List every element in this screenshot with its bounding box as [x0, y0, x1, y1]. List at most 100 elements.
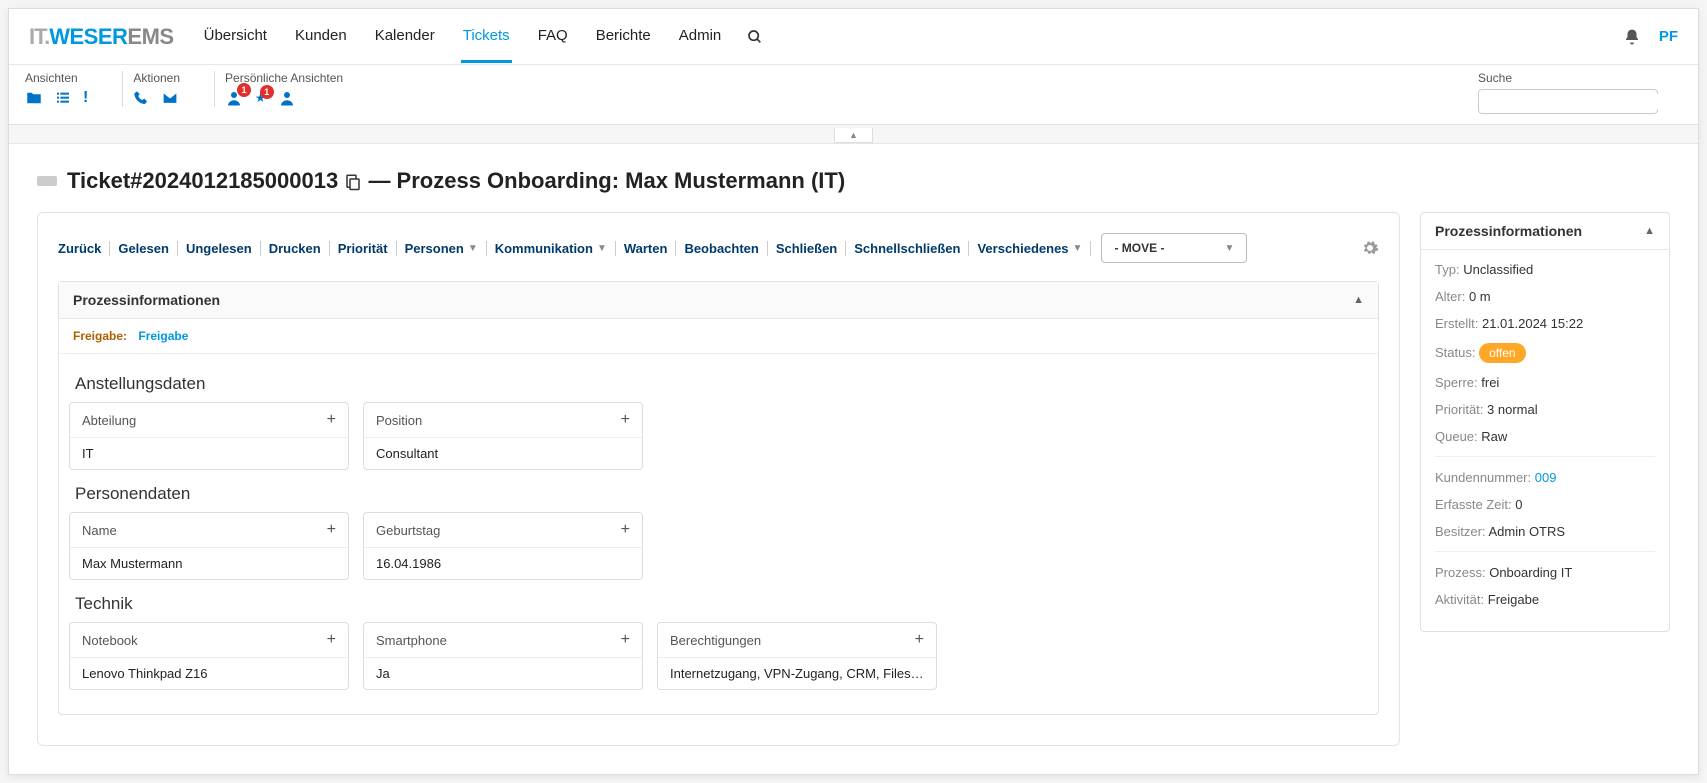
action-bar: Zurück Gelesen Ungelesen Drucken Priorit…: [58, 233, 1379, 263]
nav-customers[interactable]: Kunden: [293, 11, 349, 63]
freigabe-link[interactable]: Freigabe: [138, 329, 188, 343]
copy-icon[interactable]: [344, 168, 368, 193]
action-misc[interactable]: Verschiedenes▼: [969, 241, 1091, 256]
logo[interactable]: IT. WESER EMS: [29, 24, 174, 50]
action-priority[interactable]: Priorität: [330, 241, 397, 256]
search-label: Suche: [1478, 71, 1658, 85]
side-panel-title: Prozessinformationen: [1435, 223, 1582, 239]
collapse-arrow-icon[interactable]: ▲: [834, 128, 873, 143]
action-communication[interactable]: Kommunikation▼: [487, 241, 616, 256]
side-kn-v[interactable]: 009: [1535, 470, 1557, 485]
user-initials[interactable]: PF: [1659, 28, 1678, 45]
card-name: Name + Max Mustermann: [69, 512, 349, 580]
action-quickclose[interactable]: Schnellschließen: [846, 241, 969, 256]
card-label: Berechtigungen: [670, 633, 761, 648]
section-anstellung-title: Anstellungsdaten: [75, 374, 1368, 394]
card-label: Geburtstag: [376, 523, 440, 538]
bell-icon[interactable]: [1623, 27, 1641, 45]
side-queue-v: Raw: [1481, 429, 1507, 444]
plus-icon[interactable]: +: [621, 521, 630, 539]
action-people[interactable]: Personen▼: [397, 241, 487, 256]
nav-admin[interactable]: Admin: [677, 11, 724, 63]
logo-weser: WESER: [49, 24, 127, 50]
action-back[interactable]: Zurück: [58, 241, 110, 256]
side-akt-v: Freigabe: [1488, 592, 1539, 607]
freigabe-label: Freigabe:: [73, 329, 127, 343]
plus-icon[interactable]: +: [327, 521, 336, 539]
process-freigabe-row: Freigabe: Freigabe: [59, 319, 1378, 354]
nav-calendar[interactable]: Kalender: [373, 11, 437, 63]
side-process-panel: Prozessinformationen ▲ Typ: Unclassified…: [1420, 212, 1670, 632]
nav-search-icon[interactable]: [747, 28, 763, 45]
plus-icon[interactable]: +: [915, 631, 924, 649]
logo-ems: EMS: [127, 24, 173, 50]
process-panel-header[interactable]: Prozessinformationen ▲: [59, 282, 1378, 319]
chevron-down-icon: ▼: [597, 243, 607, 254]
card-birthday: Geburtstag + 16.04.1986: [363, 512, 643, 580]
ticket-flag-icon[interactable]: [37, 176, 57, 186]
ticket-title-row: Ticket#2024012185000013 — Prozess Onboar…: [9, 144, 1698, 212]
action-read[interactable]: Gelesen: [110, 241, 178, 256]
sidebar: Prozessinformationen ▲ Typ: Unclassified…: [1420, 212, 1670, 632]
main-nav: Übersicht Kunden Kalender Tickets FAQ Be…: [202, 11, 1623, 63]
actions-label: Aktionen: [133, 71, 180, 85]
ticket-number: Ticket#2024012185000013: [67, 168, 338, 193]
phone-icon[interactable]: [133, 89, 149, 107]
side-erstellt-k: Erstellt:: [1435, 316, 1478, 331]
gear-icon[interactable]: [1361, 239, 1379, 257]
action-print[interactable]: Drucken: [261, 241, 330, 256]
action-wait[interactable]: Warten: [616, 241, 677, 256]
side-sperre-k: Sperre:: [1435, 375, 1478, 390]
side-owner-k: Besitzer:: [1435, 524, 1486, 539]
topbar: IT. WESER EMS Übersicht Kunden Kalender …: [9, 9, 1698, 65]
card-value: Consultant: [364, 438, 642, 469]
process-panel-title: Prozessinformationen: [73, 292, 220, 308]
card-smartphone: Smartphone+ Ja: [363, 622, 643, 690]
chevron-down-icon: ▼: [468, 243, 478, 254]
chevron-up-icon[interactable]: ▲: [1644, 225, 1655, 237]
card-value: Max Mustermann: [70, 548, 348, 579]
user-view-2-icon[interactable]: [278, 89, 296, 107]
plus-icon[interactable]: +: [621, 411, 630, 429]
nav-faq[interactable]: FAQ: [536, 11, 570, 63]
nav-reports[interactable]: Berichte: [594, 11, 653, 63]
card-label: Notebook: [82, 633, 138, 648]
action-watch[interactable]: Beobachten: [676, 241, 767, 256]
search-box[interactable]: [1478, 89, 1658, 114]
page-title: Ticket#2024012185000013 — Prozess Onboar…: [67, 168, 845, 194]
search-input[interactable]: [1493, 94, 1669, 109]
side-panel-header[interactable]: Prozessinformationen ▲: [1421, 213, 1669, 250]
side-zeit-v: 0: [1515, 497, 1522, 512]
action-close[interactable]: Schließen: [768, 241, 846, 256]
views-label: Ansichten: [25, 71, 88, 85]
mail-icon[interactable]: [161, 89, 179, 107]
plus-icon[interactable]: +: [327, 631, 336, 649]
list-icon[interactable]: [55, 89, 71, 107]
nav-overview[interactable]: Übersicht: [202, 11, 269, 63]
plus-icon[interactable]: +: [327, 411, 336, 429]
side-zeit-k: Erfasste Zeit:: [1435, 497, 1512, 512]
user-star-icon[interactable]: ★ 1: [255, 91, 266, 105]
alert-icon[interactable]: !: [83, 89, 88, 107]
card-value: Lenovo Thinkpad Z16: [70, 658, 348, 689]
chevron-up-icon[interactable]: ▲: [1353, 294, 1364, 306]
nav-tickets[interactable]: Tickets: [461, 11, 512, 63]
side-prozess-k: Prozess:: [1435, 565, 1486, 580]
user-view-1-icon[interactable]: 1: [225, 89, 243, 107]
secondbar: Ansichten ! Aktionen Persönliche Ansicht…: [9, 65, 1698, 125]
folder-icon[interactable]: [25, 89, 43, 107]
section-personen-title: Personendaten: [75, 484, 1368, 504]
plus-icon[interactable]: +: [621, 631, 630, 649]
badge-2: 1: [260, 85, 274, 99]
status-badge: offen: [1479, 343, 1525, 363]
card-label: Position: [376, 413, 422, 428]
card-permissions: Berechtigungen+ Internetzugang, VPN-Zuga…: [657, 622, 937, 690]
move-select[interactable]: - MOVE - ▼: [1101, 233, 1247, 263]
side-sperre-v: frei: [1481, 375, 1499, 390]
card-label: Name: [82, 523, 117, 538]
side-prio-v: 3 normal: [1487, 402, 1538, 417]
card-label: Abteilung: [82, 413, 136, 428]
action-unread[interactable]: Ungelesen: [178, 241, 261, 256]
card-value: 16.04.1986: [364, 548, 642, 579]
side-queue-k: Queue:: [1435, 429, 1478, 444]
